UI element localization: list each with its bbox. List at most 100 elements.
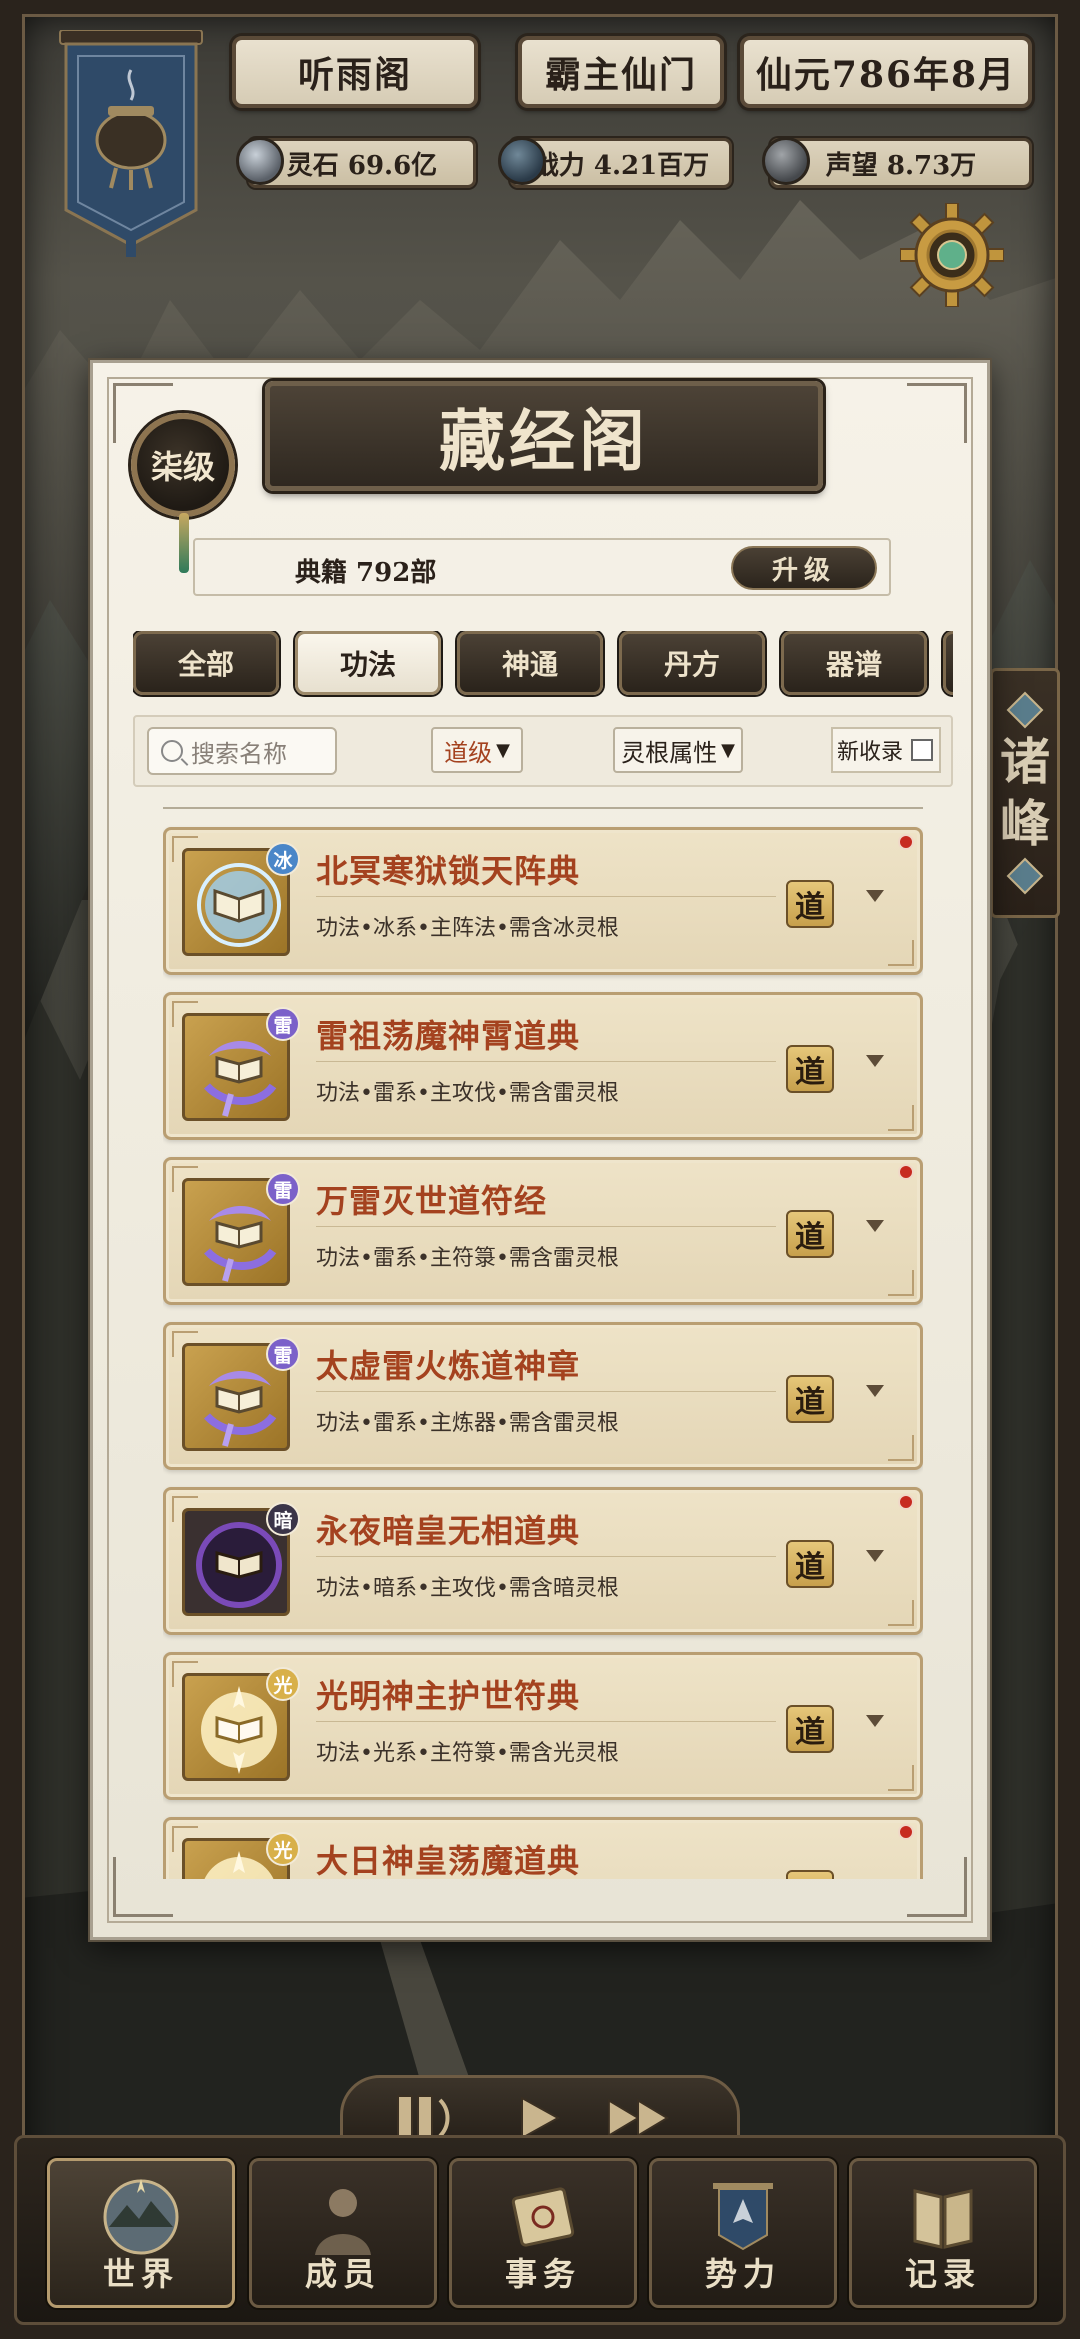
- nav-label: 事务: [504, 2255, 581, 2293]
- manual-description: 功法•光系•主符箓•需含光灵根: [316, 1741, 619, 1766]
- element-badge: 雷: [266, 1172, 300, 1206]
- dropdown-arrow-icon: ▼: [496, 739, 510, 761]
- corner-ornament: [888, 1105, 914, 1131]
- banner-icon: [713, 2183, 773, 2251]
- new-indicator-dot: [898, 1164, 914, 1180]
- panel-title: 藏经阁: [439, 402, 649, 480]
- sect-name: 听雨阁: [297, 54, 412, 96]
- element-badge: 雷: [266, 1007, 300, 1041]
- grade-badge: 道: [786, 1870, 834, 1879]
- search-icon: [161, 740, 183, 762]
- dropdown-arrow-icon: ▼: [721, 739, 735, 761]
- manual-item[interactable]: 冰北冥寒狱锁天阵典 功法•冰系•主阵法•需含冰灵根 道: [163, 827, 923, 975]
- expand-chevron-icon[interactable]: [866, 1550, 884, 1562]
- manual-item[interactable]: 光大日神皇荡魔道典道: [163, 1817, 923, 1879]
- corner-ornament: [888, 1765, 914, 1791]
- new-indicator-dot: [898, 1824, 914, 1840]
- nav-affairs[interactable]: 事务: [449, 2158, 637, 2308]
- spirit-stone-value: 灵石 69.6亿: [286, 150, 438, 181]
- grade-badge: 道: [786, 1210, 834, 1258]
- manual-item[interactable]: 雷万雷灭世道符经 功法•雷系•主符箓•需含雷灵根 道: [163, 1157, 923, 1305]
- settings-gear-icon[interactable]: [899, 202, 1005, 308]
- manual-description: 功法•暗系•主攻伐•需含暗灵根: [316, 1576, 619, 1601]
- building-level: 柒级: [150, 448, 215, 486]
- list-divider: [163, 807, 923, 809]
- new-records-checkbox[interactable]: [911, 739, 934, 761]
- grade-badge: 道: [786, 1375, 834, 1423]
- element-badge: 冰: [266, 842, 300, 876]
- manual-item[interactable]: 雷太虚雷火炼道神章 功法•雷系•主炼器•需含雷灵根 道: [163, 1322, 923, 1470]
- sect-name-plaque: 听雨阁: [232, 36, 478, 108]
- element-badge: 雷: [266, 1337, 300, 1371]
- manual-name: 雷祖荡魔神霄道典: [316, 1017, 581, 1055]
- new-records-label: 新收录: [837, 740, 904, 765]
- upgrade-label: 升级: [771, 555, 836, 586]
- tab-label: 丹方: [663, 648, 720, 681]
- tab-label: 神通: [501, 648, 558, 681]
- nav-label: 世界: [102, 2255, 179, 2293]
- spirit-root-dropdown[interactable]: 灵根属性 ▼: [613, 727, 743, 773]
- dao-level-dropdown[interactable]: 道级 ▼: [431, 727, 523, 773]
- power-value: 战力 4.21百万: [532, 150, 710, 181]
- world-icon: [103, 2179, 179, 2255]
- manual-name: 大日神皇荡魔道典: [316, 1842, 581, 1879]
- tab-artifact-manuals[interactable]: 器谱: [781, 631, 927, 695]
- expand-chevron-icon[interactable]: [866, 890, 884, 902]
- item-divider: [316, 1556, 776, 1557]
- item-divider: [316, 1226, 776, 1227]
- sect-rank-plaque: 霸主仙门: [518, 36, 724, 108]
- side-tab-char: 诸: [1000, 732, 1050, 791]
- search-placeholder: 搜索名称: [191, 739, 287, 768]
- item-divider: [316, 1061, 776, 1062]
- nav-members[interactable]: 成员: [249, 2158, 437, 2308]
- peaks-side-tab[interactable]: 诸 峰: [990, 668, 1060, 918]
- expand-chevron-icon[interactable]: [866, 1715, 884, 1727]
- manual-item[interactable]: 雷雷祖荡魔神霄道典功法•雷系•主攻伐•需含雷灵根 道: [163, 992, 923, 1140]
- nav-label: 成员: [304, 2255, 381, 2293]
- expand-chevron-icon[interactable]: [866, 1055, 884, 1067]
- date-plaque: 仙元786年8月: [740, 36, 1032, 108]
- manual-description: 功法•雷系•主攻伐•需含雷灵根: [316, 1081, 619, 1106]
- sect-rank: 霸主仙门: [544, 54, 697, 96]
- new-records-toggle[interactable]: 新收录: [831, 727, 941, 773]
- tab-more[interactable]: [943, 631, 953, 695]
- corner-ornament: [888, 1270, 914, 1296]
- tab-divine-arts[interactable]: 神通: [457, 631, 603, 695]
- tab-label: 功法: [339, 648, 396, 681]
- tab-pill-recipes[interactable]: 丹方: [619, 631, 765, 695]
- nav-world[interactable]: 世界: [47, 2158, 235, 2308]
- filter-row: 搜索名称 道级 ▼ 灵根属性 ▼ 新收录: [133, 715, 953, 787]
- prestige-value: 声望 8.73万: [825, 150, 977, 181]
- manual-description: 功法•雷系•主炼器•需含雷灵根: [316, 1411, 619, 1436]
- item-divider: [316, 1721, 776, 1722]
- sect-banner[interactable]: [56, 29, 206, 260]
- manual-item[interactable]: 光光明神主护世符典 功法•光系•主符箓•需含光灵根 道: [163, 1652, 923, 1800]
- new-indicator-dot: [898, 834, 914, 850]
- manual-name: 光明神主护世符典: [316, 1677, 581, 1715]
- sword-icon: [498, 137, 546, 185]
- nav-records[interactable]: 记录: [849, 2158, 1037, 2308]
- spirit-root-label: 灵根属性: [621, 738, 718, 767]
- side-tab-char: 峰: [1000, 794, 1050, 853]
- grade-badge: 道: [786, 880, 834, 928]
- scroll-icon: [511, 2187, 575, 2247]
- prestige-icon: [762, 137, 810, 185]
- upgrade-button[interactable]: 升级: [731, 546, 877, 590]
- dao-level-label: 道级: [444, 738, 493, 767]
- tab-label: 器谱: [825, 648, 882, 681]
- manual-list[interactable]: 冰北冥寒狱锁天阵典 功法•冰系•主阵法•需含冰灵根道雷雷祖荡魔神霄道典 功法•雷系•…: [163, 807, 923, 1879]
- tab-cultivation-methods[interactable]: 功法: [295, 631, 441, 695]
- expand-chevron-icon[interactable]: [866, 1220, 884, 1232]
- search-input[interactable]: 搜索名称: [147, 727, 337, 775]
- manual-item[interactable]: 暗永夜暗皇无相道典 功法•暗系•主攻伐•需含暗灵根 道: [163, 1487, 923, 1635]
- grade-badge: 道: [786, 1045, 834, 1093]
- tab-all[interactable]: 全部: [133, 631, 279, 695]
- expand-chevron-icon[interactable]: [866, 1385, 884, 1397]
- element-badge: 光: [266, 1832, 300, 1866]
- tab-label: 全部: [177, 648, 234, 681]
- nav-factions[interactable]: 势力: [649, 2158, 837, 2308]
- corner-ornament: [888, 1435, 914, 1461]
- panel-title-board: 藏经阁: [265, 381, 823, 491]
- game-date: 仙元786年8月: [755, 54, 1017, 96]
- bottom-nav: 世界 成员 事务 势力 记录: [14, 2135, 1066, 2325]
